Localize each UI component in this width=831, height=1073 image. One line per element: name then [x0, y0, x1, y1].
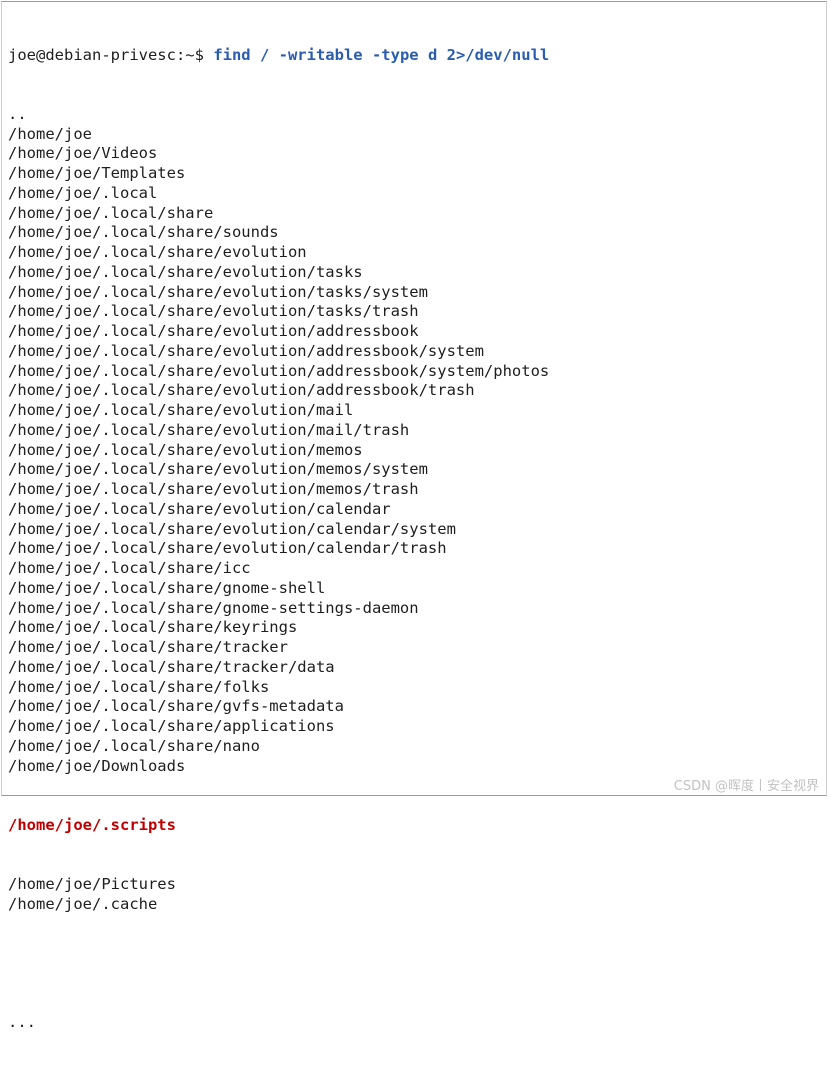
output-line: /home/joe/.local/share/evolution/memos [8, 440, 363, 459]
watermark: CSDN @晖度丨安全视界 [673, 779, 819, 794]
output-line: /home/joe/.local/share/evolution/calenda… [8, 539, 447, 558]
output-line: /home/joe [8, 124, 92, 143]
shell-prompt: joe@debian-privesc:~$ [8, 45, 214, 64]
output-line: /home/joe/.local/share/evolution/address… [8, 381, 475, 400]
output-line: /home/joe/.local/share/evolution/address… [8, 322, 419, 340]
output-line: /home/joe/.local/share/gnome-shell [8, 578, 326, 597]
output-line: /home/joe/.local/share/evolution/mail [8, 401, 354, 419]
output-line: /home/joe/.local/share/evolution/address… [8, 361, 550, 380]
output-line: /home/joe/.cache [8, 894, 158, 913]
output-line: /home/joe/.local/share/evolution/memos/t… [8, 480, 419, 498]
output-line: /home/joe/Pictures [8, 875, 176, 893]
terminal-window: joe@debian-privesc:~$ find / -writable -… [1, 1, 827, 1031]
output-line: /home/joe/.local/share/nano [8, 736, 260, 755]
output-line: /home/joe/.local/share [8, 203, 214, 222]
output-line: /home/joe/.local/share/keyrings [8, 618, 298, 637]
output-line: /home/joe/.local/share/evolution/calenda… [8, 499, 391, 518]
output-line: .. [8, 104, 27, 123]
command-line: joe@debian-privesc:~$ find / -writable -… [8, 46, 823, 66]
output-lines-after: /home/joe/Pictures/home/joe/.cache [8, 875, 823, 915]
highlighted-output-line: /home/joe/.scripts [8, 815, 176, 834]
output-line: /home/joe/.local [8, 183, 158, 202]
output-line: /home/joe/.local/share/evolution/tasks/s… [8, 282, 428, 301]
output-lines: ../home/joe/home/joe/Videos/home/joe/Tem… [8, 105, 823, 777]
output-line: /home/joe/Downloads [8, 756, 186, 775]
output-line: /home/joe/.local/share/gnome-settings-da… [8, 598, 419, 617]
output-line: /home/joe/.local/share/applications [8, 717, 335, 735]
output-line: /home/joe/Templates [8, 164, 186, 182]
shell-command: find / -writable -type d 2>/dev/null [213, 45, 550, 64]
output-line: /home/joe/.local/share/tracker [8, 638, 288, 656]
terminal-output: joe@debian-privesc:~$ find / -writable -… [8, 6, 823, 1073]
output-line: /home/joe/.local/share/evolution/tasks/t… [8, 302, 419, 321]
output-line: /home/joe/.local/share/sounds [8, 223, 279, 242]
output-line: /home/joe/.local/share/evolution [8, 243, 307, 261]
output-line: /home/joe/.local/share/evolution/address… [8, 341, 484, 360]
output-line: /home/joe/Videos [8, 144, 158, 163]
output-line: /home/joe/.local/share/gvfs-metadata [8, 697, 344, 716]
output-line: /home/joe/.local/share/evolution/calenda… [8, 519, 456, 538]
output-line: /home/joe/.local/share/evolution/memos/s… [8, 460, 428, 479]
output-line: /home/joe/.local/share/icc [8, 559, 251, 577]
output-ellipsis: ... [8, 1013, 36, 1032]
output-line: /home/joe/.local/share/tracker/data [8, 657, 335, 676]
output-line: /home/joe/.local/share/evolution/tasks [8, 262, 363, 281]
output-line: /home/joe/.local/share/evolution/mail/tr… [8, 420, 410, 439]
output-line: /home/joe/.local/share/folks [8, 677, 270, 696]
